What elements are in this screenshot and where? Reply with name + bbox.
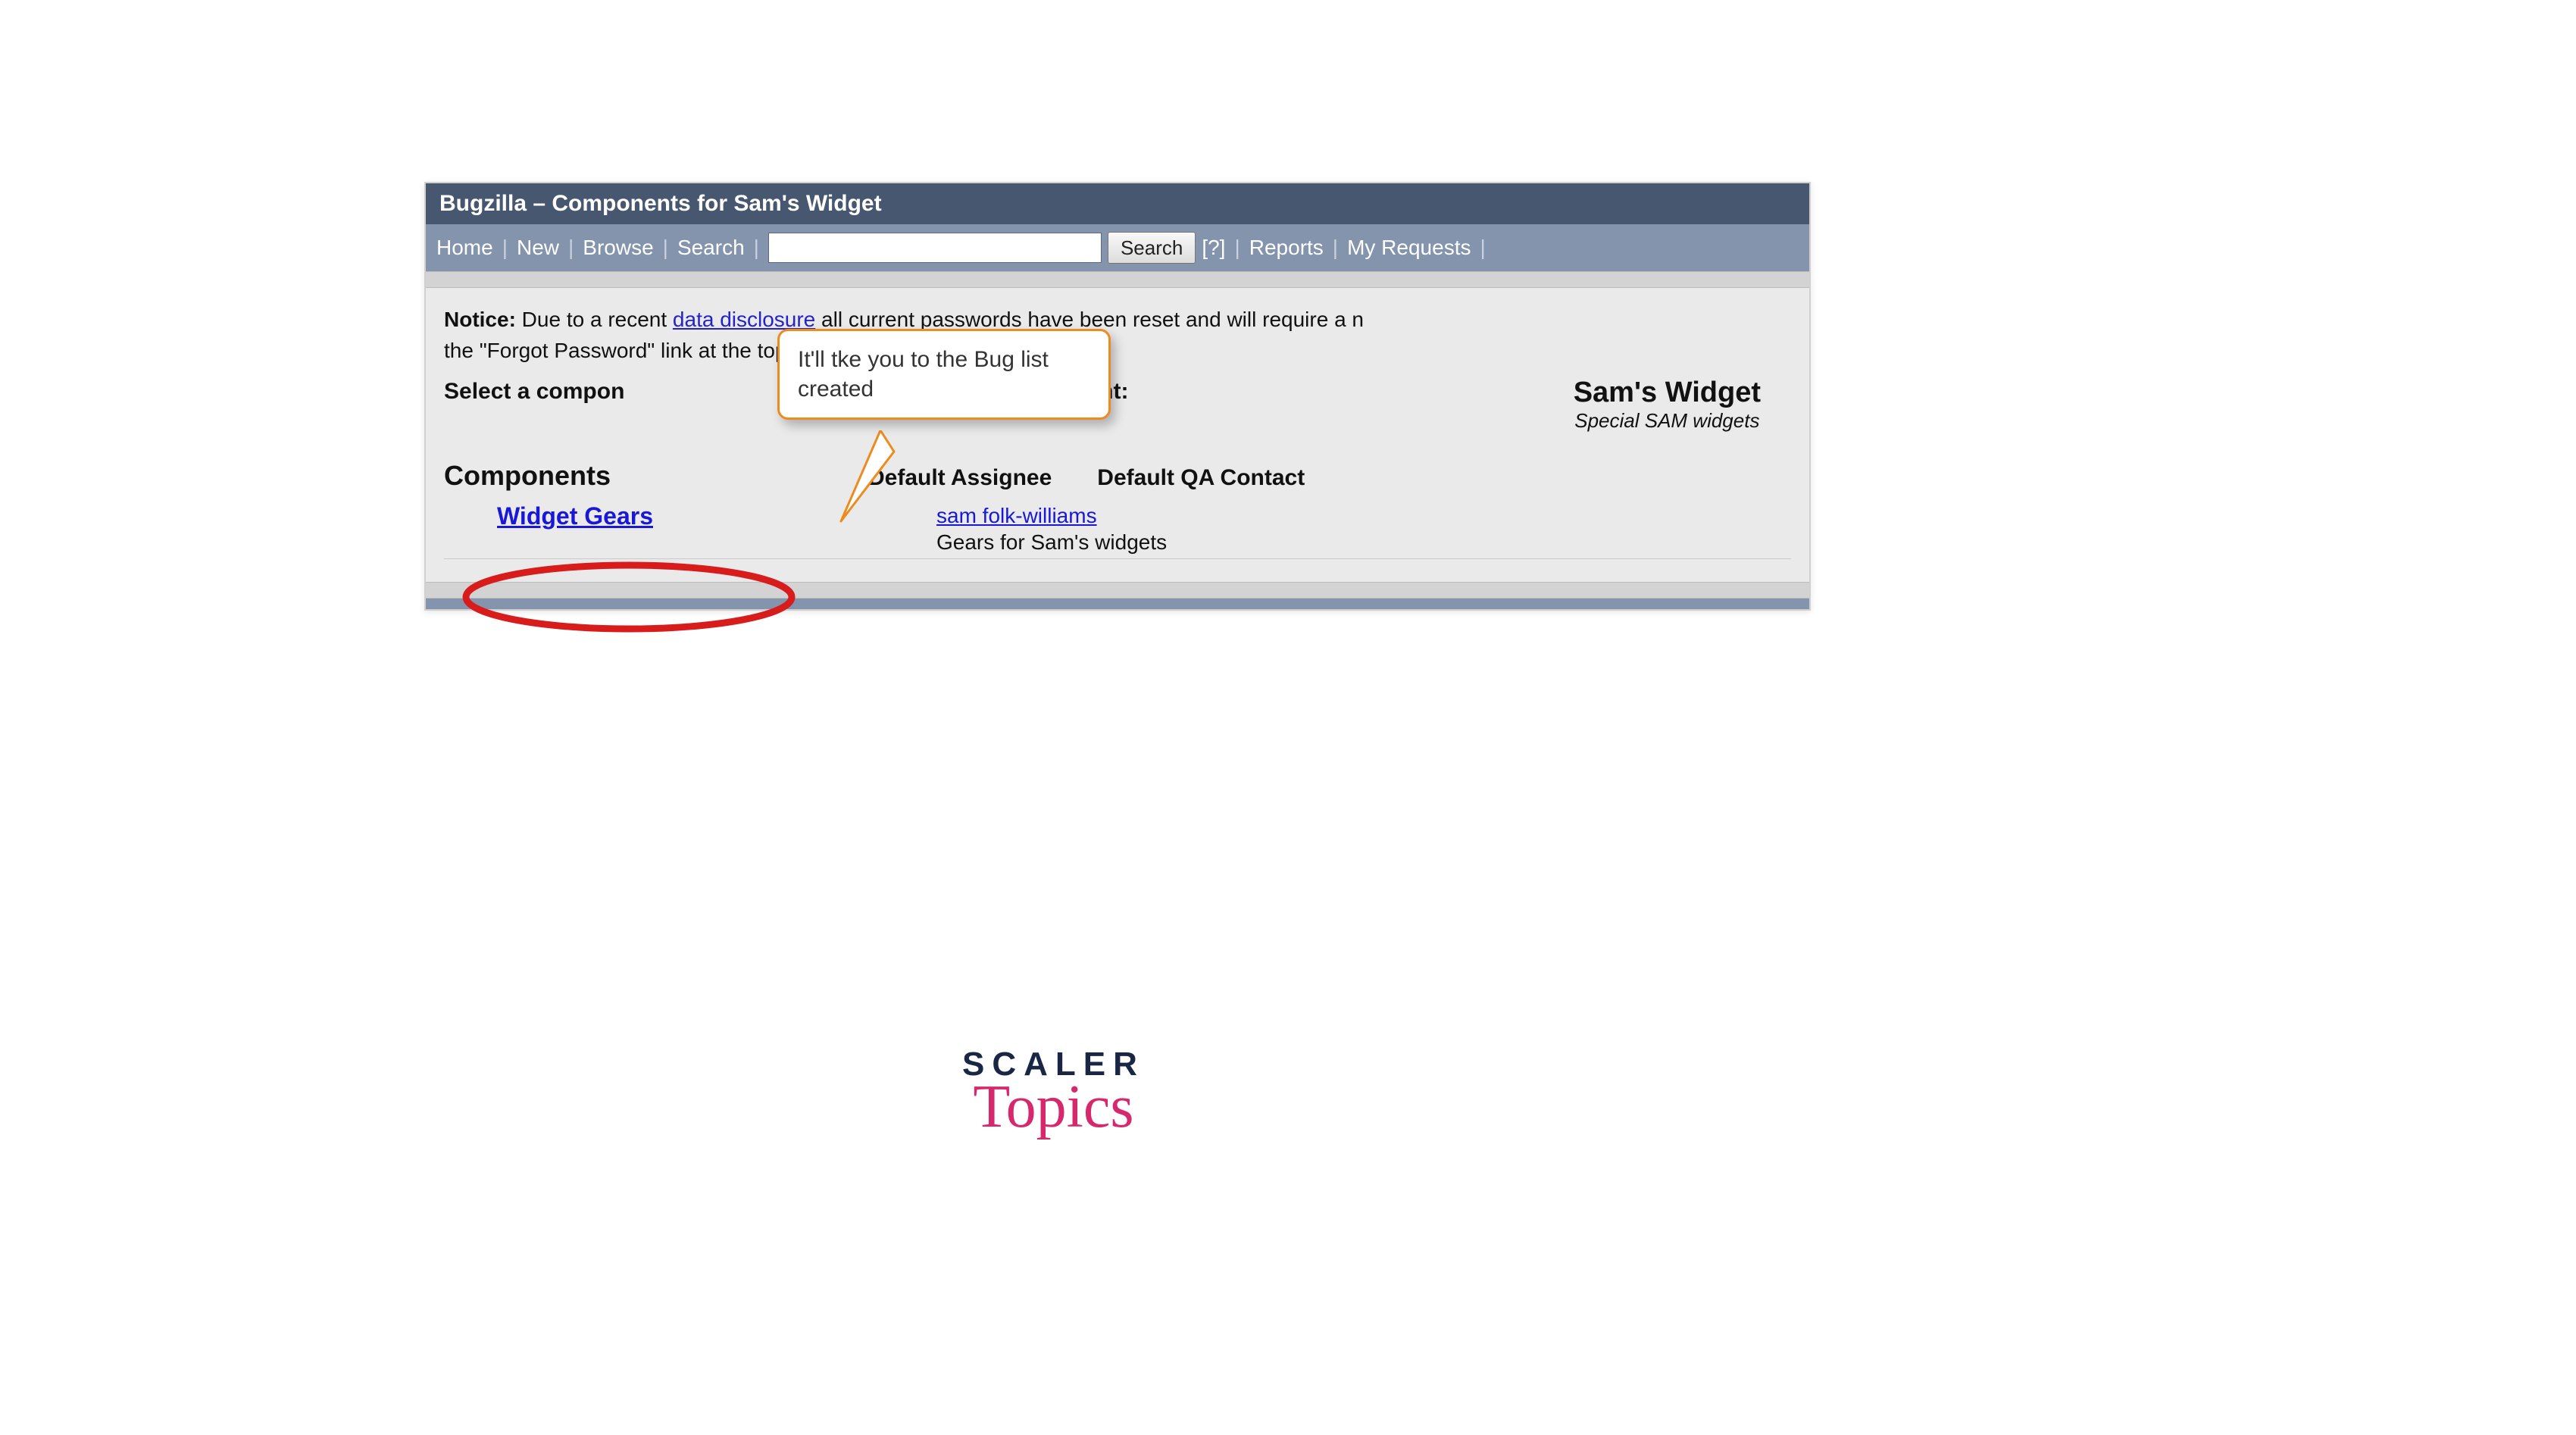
- nav-separator: |: [1231, 236, 1243, 260]
- select-text-a: Select a compon: [444, 379, 624, 404]
- product-title: Sam's Widget: [1574, 377, 1761, 409]
- top-nav: Home | New | Browse | Search | Search [?…: [426, 224, 1809, 271]
- product-subtitle: Special SAM widgets: [1574, 409, 1761, 433]
- nav-home[interactable]: Home: [436, 236, 493, 260]
- assignee-cell: sam folk-williams Gears for Sam's widget…: [936, 502, 1167, 555]
- nav-separator: |: [565, 236, 577, 260]
- product-block: Sam's Widget Special SAM widgets: [1574, 377, 1791, 433]
- footer-bar: [426, 599, 1809, 609]
- nav-search-link[interactable]: Search: [677, 236, 745, 260]
- nav-new[interactable]: New: [517, 236, 559, 260]
- nav-help[interactable]: [?]: [1202, 236, 1225, 260]
- nav-separator: |: [1330, 236, 1341, 260]
- main-content: Notice: Due to a recent data disclosure …: [426, 288, 1809, 582]
- nav-separator: |: [1477, 236, 1488, 260]
- components-heading: Components: [444, 460, 823, 492]
- notice-banner: Notice: Due to a recent data disclosure …: [444, 305, 1791, 366]
- notice-line2: the "Forgot Password" link at the top: [444, 339, 787, 362]
- nav-reports[interactable]: Reports: [1249, 236, 1324, 260]
- col-default-qa: Default QA Contact: [1097, 465, 1305, 491]
- search-input[interactable]: [768, 233, 1102, 263]
- notice-text-post: all current passwords have been reset an…: [815, 308, 1364, 331]
- notice-label: Notice:: [444, 308, 516, 331]
- component-description: Gears for Sam's widgets: [936, 530, 1167, 554]
- assignee-link[interactable]: sam folk-williams: [936, 504, 1097, 527]
- callout-text: It'll tke you to the Bug list created: [798, 347, 1049, 402]
- component-row: Widget Gears sam folk-williams Gears for…: [444, 502, 1791, 559]
- nav-separator: |: [660, 236, 671, 260]
- data-disclosure-link[interactable]: data disclosure: [673, 308, 815, 331]
- components-header-row: Components Default Assignee Default QA C…: [444, 460, 1791, 492]
- nav-browse[interactable]: Browse: [583, 236, 653, 260]
- callout-bubble: It'll tke you to the Bug list created: [777, 329, 1111, 420]
- scaler-topics-logo: SCALER Topics: [962, 1046, 1145, 1142]
- bugzilla-window: Bugzilla – Components for Sam's Widget H…: [424, 182, 1811, 611]
- nav-separator: |: [751, 236, 762, 260]
- window-title: Bugzilla – Components for Sam's Widget: [426, 183, 1809, 224]
- col-default-assignee: Default Assignee: [868, 465, 1052, 491]
- widget-gears-link[interactable]: Widget Gears: [497, 502, 653, 530]
- search-button[interactable]: Search: [1108, 232, 1196, 264]
- divider: [426, 582, 1809, 599]
- notice-text-pre: Due to a recent: [516, 308, 673, 331]
- nav-separator: |: [499, 236, 511, 260]
- divider: [426, 271, 1809, 288]
- brand-bottom-text: Topics: [962, 1073, 1145, 1142]
- nav-my-requests[interactable]: My Requests: [1347, 236, 1471, 260]
